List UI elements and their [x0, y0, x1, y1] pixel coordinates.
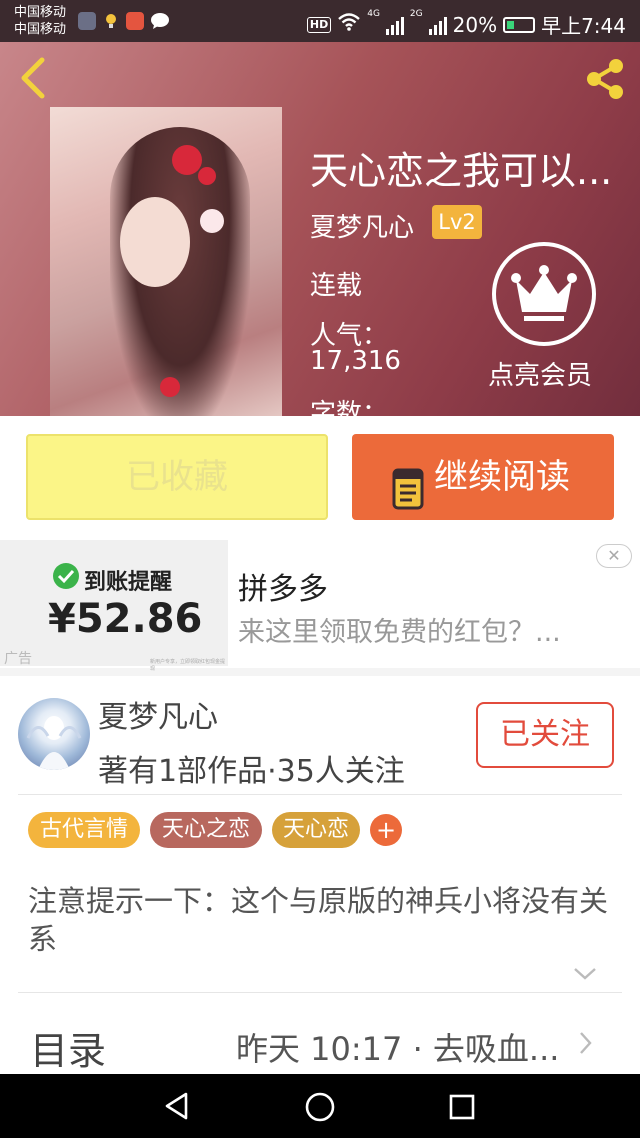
favorited-button[interactable]: 已收藏	[26, 434, 328, 520]
ad-fine-print: 新用户专享，立即领取红包现金提现	[150, 659, 226, 672]
app-badge-icon	[126, 12, 144, 30]
notification-icons	[78, 12, 169, 30]
avatar[interactable]	[18, 698, 90, 770]
signal-2g-icon	[428, 15, 447, 35]
author-name[interactable]: 夏梦凡心	[98, 692, 218, 736]
ad-image: 到账提醒 ¥52.86 广告 新用户专享，立即领取红包现金提现	[0, 540, 228, 672]
author-section: 夏梦凡心 著有1部作品·35人关注 已关注 古代言情 天心之恋 天心恋 + 注意…	[0, 676, 640, 1074]
carrier-1: 中国移动	[14, 5, 67, 20]
wifi-icon	[337, 12, 361, 37]
toc-label[interactable]: 目录	[30, 1020, 106, 1075]
ad-tag: 广告	[4, 651, 32, 667]
tag-1[interactable]: 天心之恋	[150, 812, 262, 848]
book-cover[interactable]	[50, 107, 282, 427]
nav-back-icon[interactable]	[162, 1091, 192, 1125]
vip-crown-button[interactable]	[492, 242, 596, 346]
popularity-value: 17,316	[310, 346, 401, 376]
share-icon[interactable]	[582, 56, 628, 106]
chat-bubble-icon	[150, 12, 169, 30]
check-circle-icon	[52, 562, 80, 594]
add-tag-button[interactable]: +	[370, 814, 402, 846]
battery-percent: 20%	[452, 12, 498, 37]
chevron-right-icon[interactable]	[578, 1030, 594, 1060]
ad-amount: ¥52.86	[48, 596, 203, 642]
book-author[interactable]: 夏梦凡心	[310, 207, 414, 244]
action-row: 已收藏 继续阅读	[0, 416, 640, 540]
system-nav-bar	[0, 1074, 640, 1138]
ad-banner[interactable]: 到账提醒 ¥52.86 广告 新用户专享，立即领取红包现金提现 拼多多 来这里领…	[0, 540, 640, 672]
author-stats: 著有1部作品·35人关注	[98, 754, 405, 789]
ad-description: 来这里领取免费的红包？...	[238, 617, 561, 648]
divider	[18, 794, 622, 795]
tag-0[interactable]: 古代言情	[28, 812, 140, 848]
nav-home-icon[interactable]	[304, 1091, 336, 1127]
book-title: 天心恋之我可以...	[310, 149, 613, 193]
follow-button[interactable]: 已关注	[476, 702, 614, 768]
ad-remind-text: 到账提醒	[84, 570, 173, 595]
clock: 早上7:44	[541, 14, 626, 38]
hd-badge: HD	[306, 16, 332, 33]
tag-2[interactable]: 天心恋	[272, 812, 360, 848]
nav-recents-icon[interactable]	[448, 1093, 476, 1125]
app-notification-icon	[78, 12, 96, 30]
book-intro: 注意提示一下：这个与原版的神兵小将没有关系	[28, 884, 609, 956]
back-icon[interactable]	[18, 56, 48, 104]
status-bar: 中国移动 中国移动 HD 4G 2G 20% 早上7:44	[0, 0, 640, 42]
ad-close-button[interactable]: ✕	[596, 544, 632, 568]
carrier-labels: 中国移动 中国移动	[14, 4, 66, 38]
toc-latest-chapter[interactable]: 昨天 10:17 · 去吸血...	[236, 1024, 559, 1070]
carrier-2: 中国移动	[14, 22, 67, 37]
vip-label[interactable]: 点亮会员	[488, 355, 592, 392]
crown-icon	[511, 265, 577, 321]
net-2g-label: 2G	[409, 9, 423, 19]
continue-reading-label: 继续阅读	[434, 457, 570, 497]
signal-4g-icon	[385, 15, 404, 35]
ad-title: 拼多多	[238, 572, 328, 607]
lightbulb-icon	[102, 12, 120, 30]
app-root: 中国移动 中国移动 HD 4G 2G 20% 早上7:44 天心恋之我可以...…	[0, 0, 640, 1138]
battery-icon	[503, 16, 536, 33]
divider	[18, 992, 622, 993]
book-icon	[392, 456, 424, 542]
net-4g-label: 4G	[367, 9, 380, 19]
chevron-down-icon[interactable]	[572, 966, 598, 986]
status-right: HD 4G 2G 20% 早上7:44	[306, 9, 626, 39]
serial-status: 连载	[310, 271, 363, 301]
author-level-badge: Lv2	[432, 205, 482, 239]
continue-reading-button[interactable]: 继续阅读	[352, 434, 614, 520]
